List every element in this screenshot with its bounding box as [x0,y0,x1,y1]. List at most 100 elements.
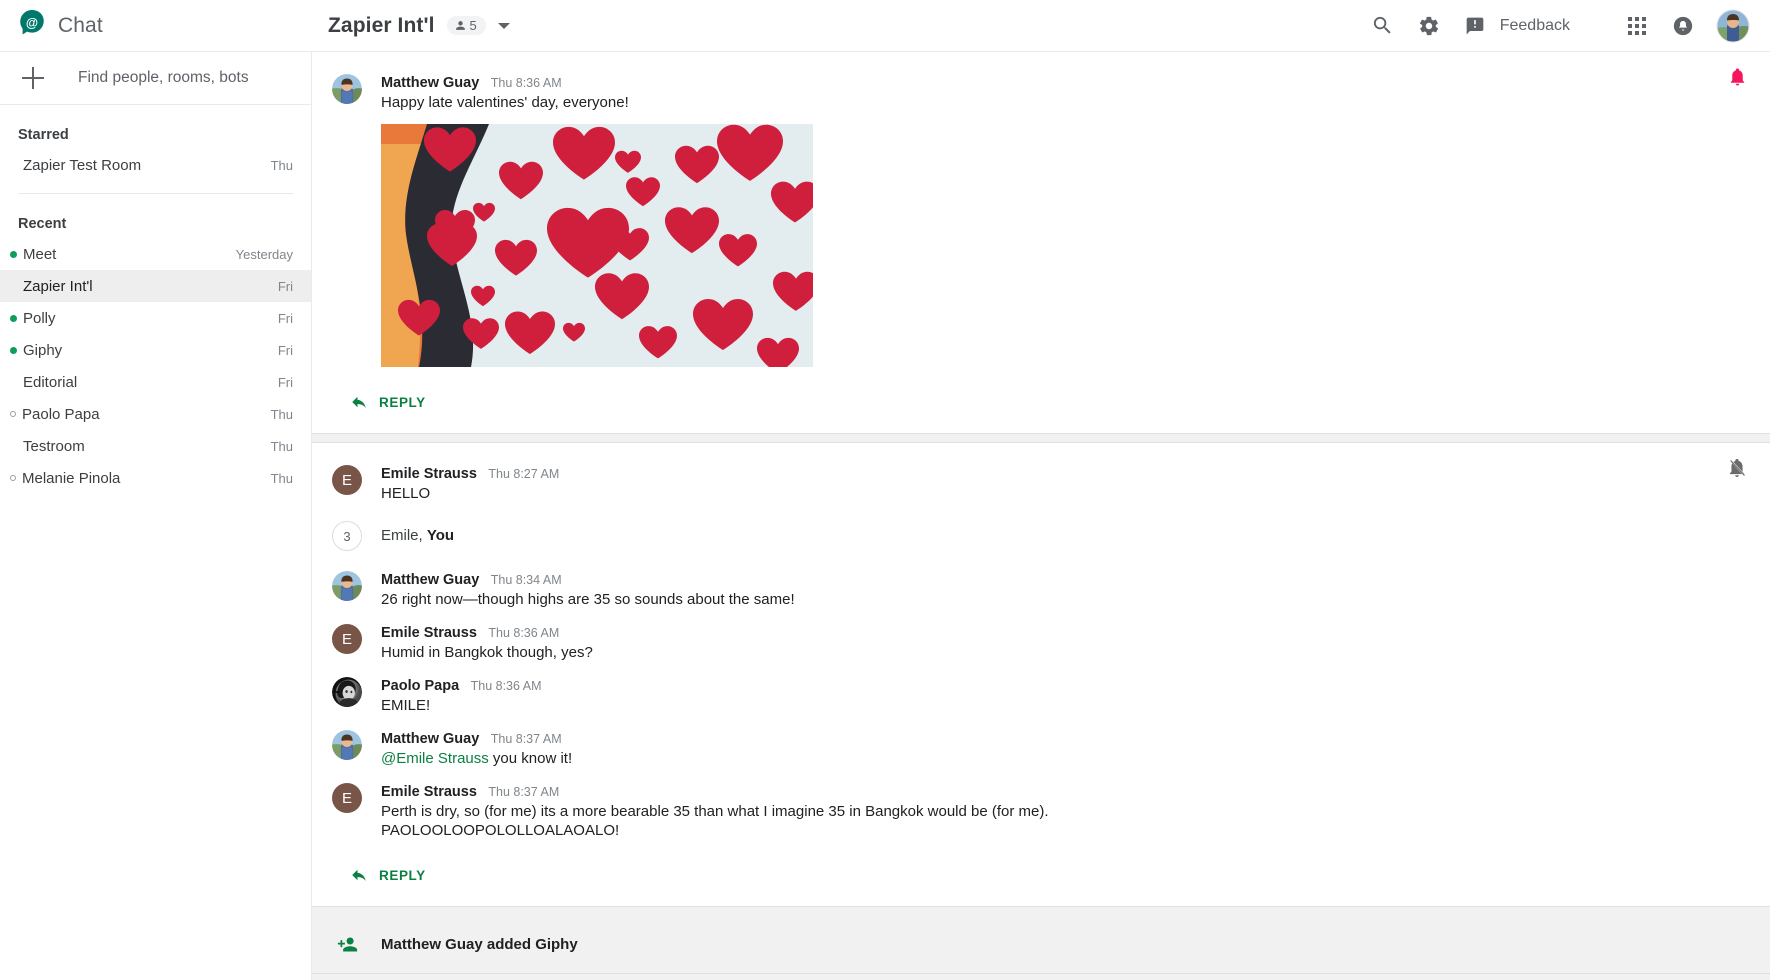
sidebar-item-zapier-intl[interactable]: Zapier Int'l Fri [0,270,311,302]
message-row: Matthew Guay Thu 8:34 AM 26 right now—th… [312,567,1770,613]
apps-button[interactable] [1614,3,1660,49]
search-input[interactable]: Find people, rooms, bots [78,69,249,87]
avatar [1716,9,1750,43]
collapsed-messages-row[interactable]: 3 Emile, You [312,517,1770,555]
message-sender: Matthew Guay [381,572,479,588]
sidebar-item-editorial[interactable]: Editorial Fri [0,366,311,398]
sidebar-item-time: Thu [271,471,293,486]
plus-icon[interactable] [22,67,44,89]
presence-dot [10,283,17,290]
message-meta: Matthew Guay Thu 8:34 AM [381,571,1710,589]
sidebar-item-time: Fri [278,375,293,390]
member-count-value: 5 [470,18,477,33]
section-title-recent: Recent [0,194,311,238]
message-row: E Emile Strauss Thu 8:27 AM HELLO [312,461,1770,507]
message-text-line2: PAOLOOLOOPOLOLLOALAOALO! [381,821,1710,840]
sidebar-item-zapier-test-room[interactable]: Zapier Test Room Thu [0,149,311,181]
message-text: Humid in Bangkok though, yes? [381,643,1710,662]
reply-button[interactable]: REPLY [332,387,438,417]
message-text: 26 right now—though highs are 35 so soun… [381,590,1710,609]
message-sender: Matthew Guay [381,75,479,91]
sidebar-item-testroom[interactable]: Testroom Thu [0,430,311,462]
search-icon [1371,14,1394,37]
person-icon [454,19,467,32]
message-timestamp: Thu 8:34 AM [491,573,562,587]
avatar [332,677,362,707]
notifications-button[interactable] [1660,3,1706,49]
photo-matthew-avatar [332,74,362,104]
message-timestamp: Thu 8:36 AM [491,76,562,90]
thread-card: E Emile Strauss Thu 8:27 AM HELLO 3 Emil… [312,442,1770,907]
search-button[interactable] [1360,3,1406,49]
account-avatar[interactable] [1710,3,1756,49]
message-meta: Emile Strauss Thu 8:27 AM [381,465,1710,483]
message-meta: Matthew Guay Thu 8:37 AM [381,730,1710,748]
presence-dot [10,379,17,386]
message-timestamp: Thu 8:36 AM [488,626,559,640]
thread-messages: E Emile Strauss Thu 8:27 AM HELLO 3 Emil… [312,443,1770,906]
sidebar-item-time: Yesterday [236,247,293,262]
sidebar-item-label: Polly [23,310,278,327]
sidebar-item-time: Thu [271,158,293,173]
new-conversation-row[interactable]: New conversation in Zapier Int'l [312,974,1770,980]
sidebar-item-melanie-pinola[interactable]: Melanie Pinola Thu [0,462,311,494]
reply-arrow-icon [350,393,368,411]
message-body: Matthew Guay Thu 8:34 AM 26 right now—th… [381,571,1710,609]
sidebar-item-time: Thu [271,407,293,422]
sidebar-item-label: Zapier Int'l [23,278,278,295]
presence-dot [10,162,17,169]
conversation-pane: Matthew Guay Thu 8:36 AM Happy late vale… [312,52,1770,980]
valentines-hearts-image[interactable] [381,124,813,367]
chevron-down-icon[interactable] [498,23,510,29]
bell-icon [1672,15,1694,37]
feedback-label[interactable]: Feedback [1500,17,1570,35]
feedback-button[interactable] [1452,3,1498,49]
settings-button[interactable] [1406,3,1452,49]
presence-dot-offline [10,475,16,481]
sidebar-item-meet[interactable]: Meet Yesterday [0,238,311,270]
sidebar: Find people, rooms, bots Starred Zapier … [0,52,312,980]
sidebar-item-polly[interactable]: Polly Fri [0,302,311,334]
mention-chip[interactable]: @Emile Strauss [381,750,489,767]
thread-messages: Matthew Guay Thu 8:36 AM Happy late vale… [312,52,1770,433]
top-bar-actions: Feedback [1360,3,1770,49]
message-text-with-mention: @Emile Strauss you know it! [381,749,1710,768]
message-text: Perth is dry, so (for me) its a more bea… [381,802,1710,821]
sidebar-item-time: Thu [271,439,293,454]
message-body: Matthew Guay Thu 8:36 AM Happy late vale… [381,74,1710,367]
message-sender: Emile Strauss [381,784,477,800]
gear-icon [1418,15,1440,37]
member-count-chip[interactable]: 5 [447,16,486,35]
sidebar-item-time: Fri [278,343,293,358]
message-timestamp: Thu 8:37 AM [488,785,559,799]
message-row: Paolo Papa Thu 8:36 AM EMILE! [312,673,1770,719]
sidebar-item-label: Giphy [23,342,278,359]
message-meta: Paolo Papa Thu 8:36 AM [381,677,1710,695]
apps-grid-icon [1628,17,1646,35]
brand-area: @ Chat [0,0,312,52]
message-text: HELLO [381,484,1710,503]
reply-button[interactable]: REPLY [332,860,438,890]
sidebar-item-paolo-papa[interactable]: Paolo Papa Thu [0,398,311,430]
message-meta: Matthew Guay Thu 8:36 AM [381,74,1710,92]
message-row: E Emile Strauss Thu 8:36 AM Humid in Ban… [312,620,1770,666]
collapsed-participants: Emile, You [381,521,1710,544]
collapsed-prefix: Emile, [381,527,427,544]
find-row[interactable]: Find people, rooms, bots [0,52,311,105]
photo-matthew-avatar [332,571,362,601]
sidebar-item-giphy[interactable]: Giphy Fri [0,334,311,366]
photo-paolo-avatar [332,677,362,707]
avatar-initial: E [332,624,362,654]
reply-label: REPLY [379,395,426,410]
reply-label: REPLY [379,868,426,883]
avatar [332,571,362,601]
sidebar-item-label: Meet [23,246,236,263]
top-bar: @ Chat Zapier Int'l 5 [0,0,1770,52]
sidebar-item-label: Zapier Test Room [23,157,271,174]
sidebar-item-label: Testroom [23,438,271,455]
message-body: Emile Strauss Thu 8:27 AM HELLO [381,465,1710,503]
collapsed-you: You [427,527,454,544]
sidebar-item-label: Melanie Pinola [22,470,271,487]
room-header: Zapier Int'l 5 [312,14,1360,38]
feedback-icon [1465,16,1485,36]
